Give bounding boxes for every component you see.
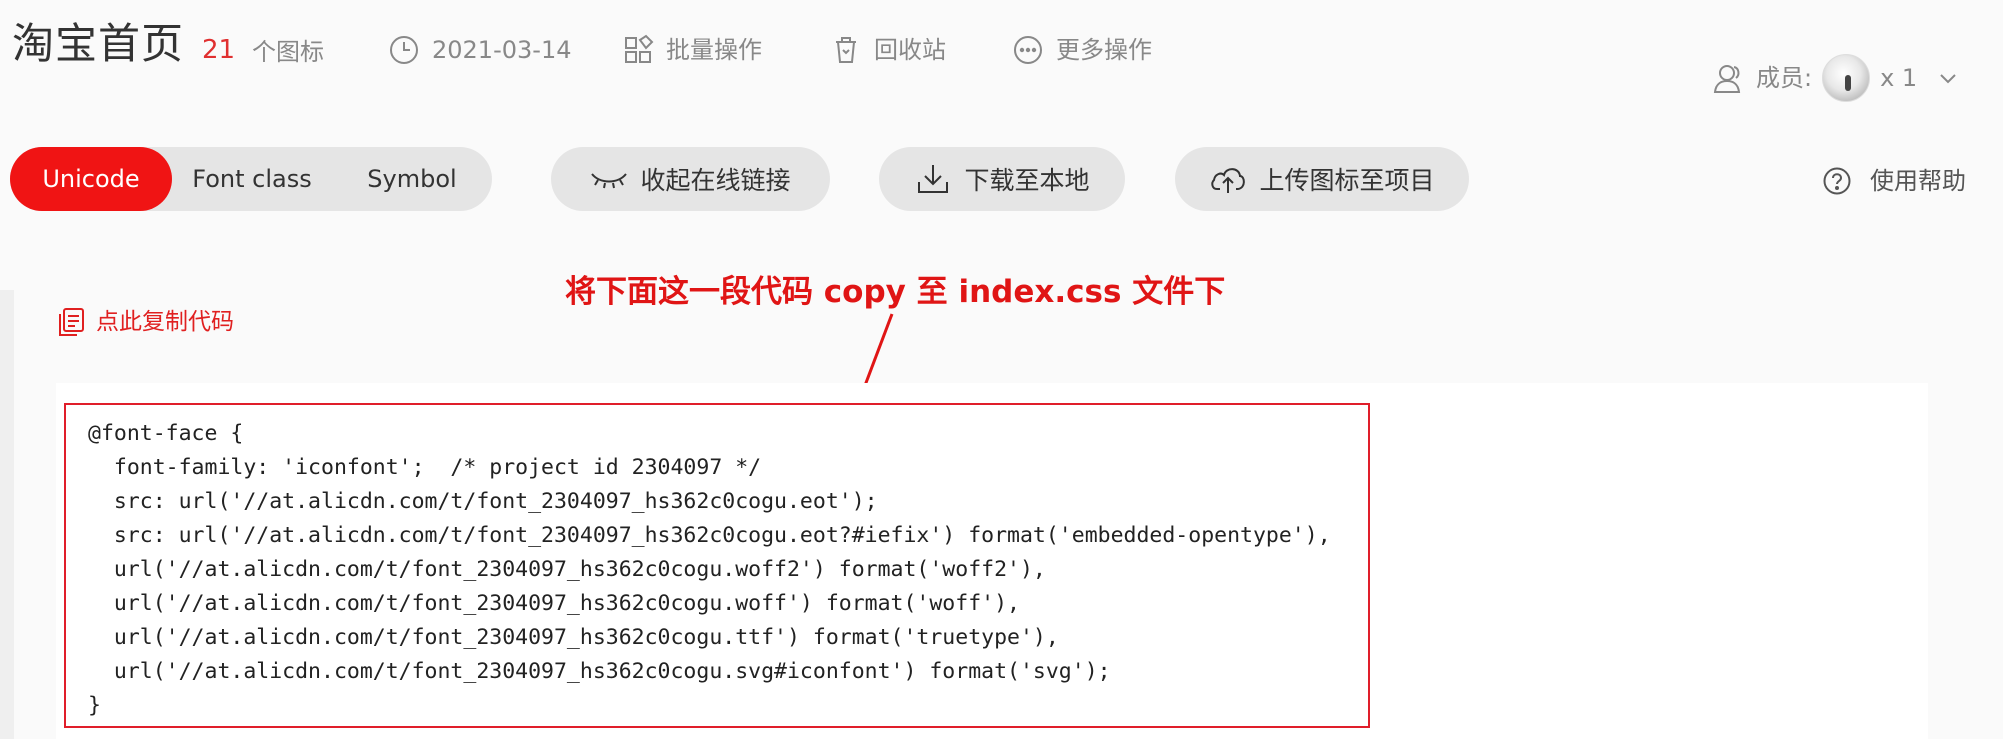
avatar: [1822, 54, 1871, 102]
download-local-label: 下载至本地: [964, 166, 1090, 195]
code-line: url('//at.alicdn.com/t/font_2304097_hs36…: [88, 591, 1020, 616]
tab-font-class[interactable]: Font class: [172, 147, 332, 211]
help-label: 使用帮助: [1870, 167, 1966, 195]
code-line: src: url('//at.alicdn.com/t/font_2304097…: [88, 489, 878, 514]
eye-closed-icon: [591, 173, 628, 189]
copy-document-icon: [59, 308, 84, 336]
clock-icon: [390, 36, 418, 64]
upload-icons-button[interactable]: 上传图标至项目: [1175, 147, 1469, 211]
more-operations-label: 更多操作: [1056, 36, 1152, 64]
download-icon: [918, 165, 949, 193]
recycle-bin-button[interactable]: 回收站: [830, 34, 946, 66]
person-icon: [1713, 65, 1741, 93]
collapse-online-link-label: 收起在线链接: [640, 166, 791, 195]
project-title: 淘宝首页: [12, 19, 185, 68]
tab-symbol[interactable]: Symbol: [332, 147, 492, 211]
code-line: }: [88, 693, 101, 718]
annotation-text: 将下面这一段代码 copy 至 index.css 文件下: [565, 274, 1226, 310]
code-block: @font-face { font-family: 'iconfont'; /*…: [64, 403, 1370, 728]
copy-code-label: 点此复制代码: [96, 309, 234, 335]
trash-icon: [836, 37, 856, 63]
batch-operation-button[interactable]: 批量操作: [622, 34, 762, 66]
code-line: url('//at.alicdn.com/t/font_2304097_hs36…: [88, 659, 1111, 684]
code-line: url('//at.alicdn.com/t/font_2304097_hs36…: [88, 557, 1046, 582]
code-format-tabs: Unicode Font class Symbol: [10, 147, 492, 211]
created-date: 2021-03-14: [388, 34, 571, 66]
code-line: src: url('//at.alicdn.com/t/font_2304097…: [88, 523, 1331, 548]
copy-code-button[interactable]: 点此复制代码: [56, 306, 234, 338]
icon-count: 21: [202, 35, 236, 65]
cloud-upload-icon: [1211, 168, 1246, 193]
code-line: @font-face {: [88, 421, 244, 446]
created-date-label: 2021-03-14: [432, 36, 572, 64]
grid-icon: [625, 34, 654, 63]
batch-operation-label: 批量操作: [666, 36, 762, 64]
download-local-button[interactable]: 下载至本地: [879, 147, 1125, 211]
help-link[interactable]: 使用帮助: [1822, 165, 1966, 197]
chevron-down-icon: [1940, 74, 1956, 84]
icon-count-unit: 个图标: [252, 38, 324, 66]
tab-unicode[interactable]: Unicode: [10, 147, 172, 211]
more-operations-button[interactable]: 更多操作: [1012, 34, 1152, 66]
members-dropdown[interactable]: 成员: x 1: [1712, 54, 1959, 102]
members-count: x 1: [1880, 64, 1918, 92]
members-label: 成员:: [1756, 64, 1813, 92]
collapse-online-link-button[interactable]: 收起在线链接: [551, 147, 830, 211]
code-line: font-family: 'iconfont'; /* project id 2…: [88, 455, 762, 480]
ellipsis-circle-icon: [1014, 36, 1042, 64]
upload-icons-label: 上传图标至项目: [1259, 166, 1435, 195]
question-circle-icon: [1823, 167, 1851, 195]
panel-accent-bar: [0, 290, 14, 739]
recycle-bin-label: 回收站: [874, 36, 946, 64]
code-line: url('//at.alicdn.com/t/font_2304097_hs36…: [88, 625, 1059, 650]
